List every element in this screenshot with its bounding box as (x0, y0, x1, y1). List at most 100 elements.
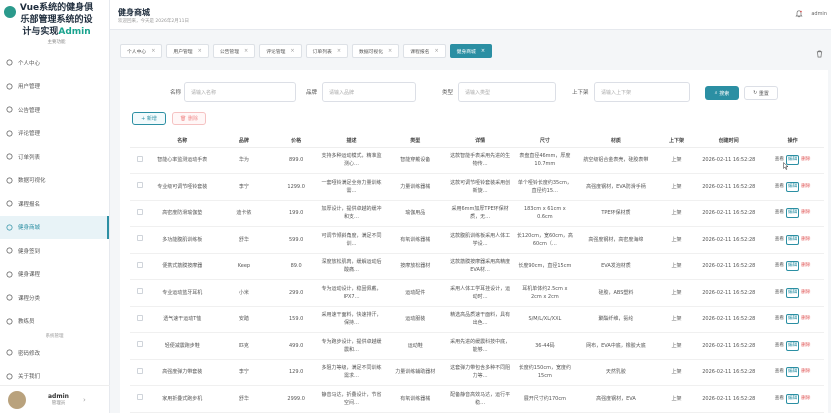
bell-icon[interactable] (795, 10, 803, 18)
sidebar-item[interactable]: 公告管理 (0, 98, 109, 122)
sidebar-item-label: 课程分类 (18, 295, 41, 302)
tab[interactable]: 评论管理 × (259, 44, 302, 58)
table-cell: 长120cm，宽60cm，高60cm（… (514, 226, 576, 254)
chevron-right-icon[interactable]: › (83, 396, 86, 404)
reset-button[interactable]: ↻ 重置 (744, 86, 778, 100)
sidebar-item[interactable]: 健身课程 (0, 263, 109, 287)
shelf-input[interactable]: 请输入上下架 (594, 82, 690, 102)
delete-button[interactable]: 删除 (801, 262, 810, 270)
delete-button[interactable]: 删除 (801, 183, 810, 191)
sidebar-item[interactable]: 用户管理 (0, 75, 109, 99)
batch-delete-button[interactable]: 🗑 删除 (172, 112, 206, 125)
name-input[interactable]: 请输入名称 (184, 82, 296, 102)
sidebar-item[interactable]: 教练员 (0, 310, 109, 334)
trash-icon[interactable] (816, 50, 823, 58)
view-button[interactable]: 查看 (775, 315, 784, 323)
table-cell: 上架 (656, 147, 697, 174)
search-button[interactable]: ⌕ 搜索 (705, 86, 739, 100)
sidebar-item[interactable]: 数据可视化 (0, 169, 109, 193)
close-icon[interactable]: × (434, 48, 438, 54)
view-button[interactable]: 查看 (775, 289, 784, 297)
sidebar-item[interactable]: 健身签到 (0, 239, 109, 263)
tab[interactable]: 数据可视化 × (352, 44, 400, 58)
edit-button[interactable]: 编辑 (785, 314, 800, 325)
delete-button[interactable]: 删除 (801, 342, 810, 350)
row-checkbox-cell (130, 253, 151, 280)
row-checkbox[interactable] (137, 235, 144, 242)
view-button[interactable]: 查看 (775, 368, 784, 376)
tab-bar: 个人中心 × 用户管理 × 公告管理 × 评论管理 × 订单列表 × 数据可视化 × 课程报名 × 健身商城… (120, 44, 496, 62)
delete-button[interactable]: 删除 (801, 395, 810, 403)
brand-input[interactable]: 请输入品牌 (322, 82, 416, 102)
close-icon[interactable]: × (388, 48, 392, 54)
view-button[interactable]: 查看 (775, 395, 784, 403)
table-cell: 支持多种运动模式，精准监测心… (318, 147, 385, 174)
edit-button[interactable]: 编辑 (785, 181, 800, 192)
row-checkbox[interactable] (137, 288, 144, 295)
tab-label: 评论管理 (266, 49, 286, 55)
table-cell: 李宁 (213, 359, 275, 386)
sidebar-item[interactable]: 课程报名 (0, 192, 109, 216)
view-button[interactable]: 查看 (775, 262, 784, 270)
tab[interactable]: 个人中心 × (120, 44, 163, 58)
close-icon[interactable]: × (151, 48, 155, 54)
row-checkbox-cell (130, 359, 151, 386)
row-checkbox[interactable] (137, 155, 144, 162)
add-button[interactable]: + 新增 (132, 112, 166, 125)
sidebar-item-label: 数据可视化 (18, 178, 46, 185)
edit-button[interactable]: 编辑 (785, 367, 800, 378)
row-checkbox[interactable] (137, 208, 144, 215)
edit-button[interactable]: 编辑 (785, 340, 800, 351)
tab[interactable]: 订单列表 × (305, 44, 349, 58)
tab[interactable]: 公告管理 × (212, 44, 256, 58)
delete-button[interactable]: 删除 (801, 289, 810, 297)
row-checkbox[interactable] (137, 341, 144, 348)
delete-button[interactable]: 删除 (801, 236, 810, 244)
row-checkbox-cell (130, 200, 151, 227)
row-checkbox[interactable] (137, 394, 144, 401)
row-actions: 查看 编辑 删除 (761, 253, 824, 280)
sidebar-item[interactable]: 健身商城 (0, 215, 109, 239)
header-user[interactable]: admin (811, 11, 827, 17)
sidebar-item[interactable]: 评论管理 (0, 122, 109, 146)
sidebar-item-label: 评论管理 (18, 131, 41, 138)
close-icon[interactable]: × (290, 48, 294, 54)
edit-button[interactable]: 编辑 (785, 393, 800, 404)
table-cell: 深度放松肌肉，缓解运动后酸痛… (318, 253, 385, 280)
sidebar-item[interactable]: 订单列表 (0, 145, 109, 169)
row-checkbox[interactable] (137, 314, 144, 321)
table-cell: 2026-02-11 16:52:28 (696, 173, 762, 201)
edit-button[interactable]: 编辑 (785, 234, 800, 245)
sidebar-item-label: 课程报名 (18, 201, 41, 208)
delete-button[interactable]: 删除 (801, 368, 810, 376)
delete-button[interactable]: 删除 (801, 209, 810, 217)
view-button[interactable]: 查看 (775, 183, 784, 191)
row-checkbox[interactable] (137, 367, 144, 374)
edit-button[interactable]: 编辑 (785, 261, 800, 272)
edit-button[interactable]: 编辑 (785, 208, 800, 219)
view-button[interactable]: 查看 (775, 342, 784, 350)
delete-button[interactable]: 删除 (801, 156, 810, 164)
sidebar-item[interactable]: 个人中心 (0, 51, 109, 75)
category-icon (6, 294, 13, 301)
close-icon[interactable]: × (244, 48, 248, 54)
user-profile[interactable]: admin 管理员 › (0, 385, 110, 413)
row-checkbox[interactable] (137, 182, 144, 189)
tab[interactable]: 用户管理 × (166, 44, 209, 58)
tab[interactable]: 健身商城 × (449, 44, 493, 58)
view-button[interactable]: 查看 (775, 236, 784, 244)
tab[interactable]: 课程报名 × (403, 44, 446, 58)
row-checkbox[interactable] (137, 261, 144, 268)
delete-button[interactable]: 删除 (801, 315, 810, 323)
table-cell: 迪卡侬 (213, 200, 275, 227)
close-icon[interactable]: × (481, 48, 485, 54)
view-button[interactable]: 查看 (775, 209, 784, 217)
sidebar-item[interactable]: 课程分类 (0, 286, 109, 310)
edit-button[interactable]: 编辑 (785, 287, 800, 298)
table-cell: 159.0 (274, 306, 319, 333)
close-icon[interactable]: × (337, 48, 341, 54)
close-icon[interactable]: × (198, 48, 202, 54)
sidebar-item[interactable]: 密码修改 (0, 341, 109, 365)
type-input[interactable]: 请输入类型 (458, 82, 556, 102)
table-cell: 采用先进的缓震科技中底，能够… (445, 332, 515, 360)
